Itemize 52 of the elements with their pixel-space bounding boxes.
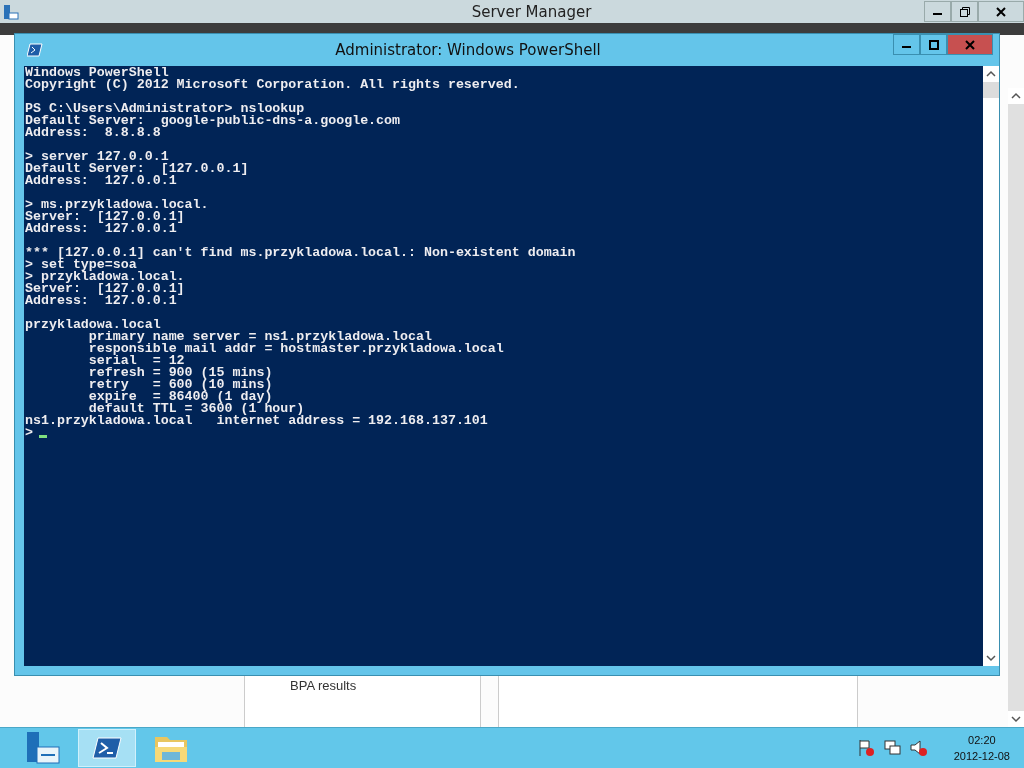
console-line: Address: 8.8.8.8 — [25, 127, 161, 139]
console-line: primary name server = ns1.przykladowa.local — [88, 331, 432, 343]
console-line: Server: [127.0.0.1] — [25, 211, 185, 223]
console-line: Copyright (C) 2012 Microsoft Corporation. All rights reserved. — [25, 79, 521, 91]
taskbar-button[interactable] — [78, 729, 136, 767]
speaker-muted-icon[interactable] — [909, 739, 928, 757]
powershell-icon — [27, 43, 43, 57]
console-prompt: > — [25, 427, 33, 439]
close-button[interactable] — [978, 1, 1024, 22]
console-line: > ms.przykladowa.local. — [25, 199, 210, 211]
scroll-thumb[interactable] — [983, 82, 999, 98]
console-line: Default Server: [127.0.0.1] — [25, 163, 250, 175]
scrollbar[interactable] — [1008, 88, 1024, 727]
clock[interactable]: 02:20 2012-12-08 — [953, 732, 1010, 764]
restore-icon — [959, 6, 970, 17]
flag-icon[interactable] — [857, 739, 876, 757]
panel-label: BPA results — [290, 678, 357, 693]
console-line: Windows PowerShell — [25, 67, 170, 79]
console-line: Server: [127.0.0.1] — [25, 283, 186, 295]
maximize-button[interactable] — [920, 34, 947, 55]
console-line: responsible mail addr = hostmaster.przykladowa.local — [87, 343, 505, 355]
window-title: Administrator: Windows PowerShell — [334, 41, 602, 59]
text-cursor — [39, 435, 47, 438]
window-title: Server Manager — [470, 2, 593, 21]
server-manager-icon[interactable] — [25, 731, 61, 765]
console-line: *** [127.0.0.1] can't find ms.przykladowa.local.: Non-existent domain — [25, 247, 577, 259]
close-button[interactable] — [947, 34, 993, 55]
console-line: retry = 600 (10 mins) — [87, 379, 274, 391]
restore-button[interactable] — [951, 1, 978, 22]
server-manager-icon — [3, 3, 19, 20]
minimize-button[interactable] — [893, 34, 920, 55]
network-icon[interactable] — [883, 739, 902, 757]
console-line: Default Server: google-public-dns-a.google.com — [25, 115, 402, 127]
close-icon — [965, 39, 975, 50]
console-line: refresh = 900 (15 mins) — [87, 367, 274, 379]
console-line: serial = 12 — [87, 355, 185, 367]
console-line: > server 127.0.0.1 — [25, 151, 169, 163]
console-line: ns1.przykladowa.local internet address = 192.168.137.101 — [25, 415, 489, 427]
close-icon — [996, 6, 1006, 17]
scrollbar[interactable] — [983, 66, 999, 666]
maximize-icon — [928, 39, 939, 50]
powershell-icon[interactable] — [92, 736, 122, 760]
console-line: expire = 86400 (1 day) — [87, 391, 273, 403]
console-line: > przykladowa.local. — [25, 271, 186, 283]
minimize-button[interactable] — [924, 1, 951, 22]
console-line: > set type=soa — [25, 259, 137, 271]
console-line: Address: 127.0.0.1 — [25, 223, 177, 235]
console-line: przykladowa.local — [25, 319, 162, 331]
console-line: Address: 127.0.0.1 — [25, 295, 177, 307]
console-line: PS C:\Users\Administrator> nslookup — [25, 103, 305, 115]
console-line: default TTL = 3600 (1 hour) — [88, 403, 305, 415]
console-line: Address: 127.0.0.1 — [25, 175, 177, 187]
